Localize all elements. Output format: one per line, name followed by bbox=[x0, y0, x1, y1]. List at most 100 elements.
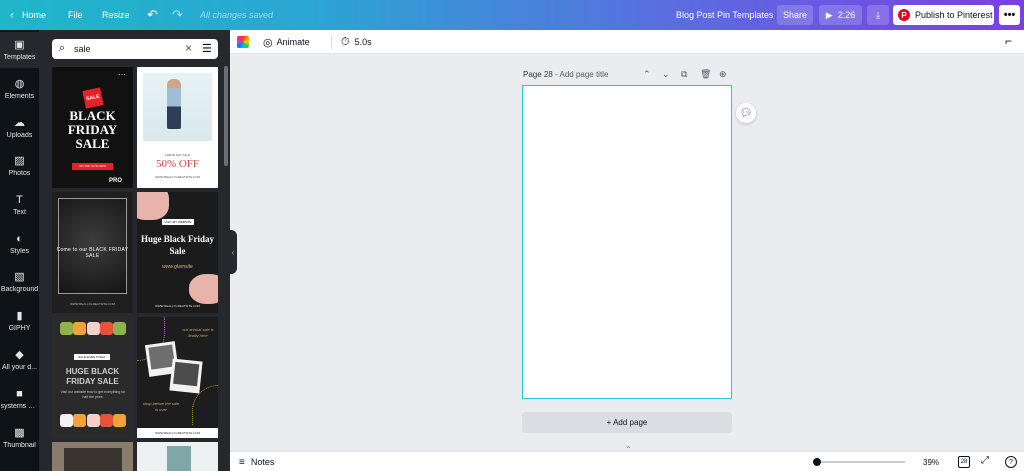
page-number-label: Page 28 bbox=[523, 70, 553, 79]
template-thumb-denim-50-off[interactable]: LABOR DAY SALE 50% OFF WWW.REALLYGREATSI… bbox=[137, 67, 218, 188]
zoom-slider[interactable] bbox=[813, 458, 905, 466]
duplicate-page-icon[interactable]: ⧉ bbox=[681, 69, 687, 80]
help-icon[interactable]: ? bbox=[1005, 456, 1017, 468]
elements-icon: ◍ bbox=[14, 78, 25, 90]
play-duration: 2:26 bbox=[837, 10, 856, 20]
styles-icon: ◐ bbox=[16, 233, 23, 245]
notes-button[interactable]: ≡ Notes bbox=[239, 452, 274, 471]
panel-scrollbar[interactable] bbox=[224, 66, 228, 166]
bottom-bar: ≡ Notes 39% 28 ⤢ ? bbox=[230, 451, 1024, 471]
background-color-swatch[interactable] bbox=[237, 36, 249, 48]
rail-item-label: Templates bbox=[3, 54, 36, 61]
rail-item-styles[interactable]: ◐ Styles bbox=[0, 226, 39, 262]
add-page-after-icon[interactable]: ⊕ bbox=[719, 69, 727, 80]
thumb-subtext: Visit our website now to get everything … bbox=[60, 390, 126, 399]
background-icon: ▧ bbox=[14, 271, 25, 283]
template-thumb-dark-black-friday[interactable]: Come to our BLACK FRIDAY SALE WWW.REALLY… bbox=[52, 192, 133, 313]
sale-badge: SALE bbox=[82, 87, 104, 109]
toolbar-divider bbox=[331, 35, 332, 49]
file-menu[interactable]: File bbox=[68, 0, 83, 30]
template-thumb-black-friday-sale[interactable]: SALE BLACK FRIDAY SALE ON THE SITE NOW P… bbox=[52, 67, 133, 188]
rail-item-label: GIPHY bbox=[8, 325, 31, 332]
timing-button[interactable]: ⏱ 5.0s bbox=[341, 30, 372, 54]
stopwatch-icon: ⏱ bbox=[341, 35, 350, 48]
search-bar: ⌕ × ☰ bbox=[52, 39, 218, 59]
photos-icon: ▨ bbox=[14, 155, 25, 167]
side-rail: ▣ Templates ◍ Elements ☁ Uploads ▨ Photos T Text ◐… bbox=[0, 30, 39, 471]
move-page-up-icon[interactable]: ⌃ bbox=[643, 69, 651, 80]
clear-search-icon[interactable]: × bbox=[185, 41, 192, 55]
rail-item-label: All your d... bbox=[1, 364, 37, 371]
copy-style-icon[interactable]: ⌐ bbox=[1005, 34, 1012, 48]
share-button[interactable]: Share bbox=[777, 5, 813, 25]
rail-item-label: Background bbox=[0, 286, 39, 293]
publish-label: Publish to Pinterest bbox=[915, 10, 993, 20]
rail-item-label: Uploads bbox=[6, 132, 33, 139]
zoom-level[interactable]: 39% bbox=[923, 452, 939, 471]
fullscreen-icon[interactable]: ⤢ bbox=[981, 455, 989, 466]
thumb-headline: 50% OFF bbox=[155, 158, 200, 170]
thumb-small-text: LABOR DAY SALE bbox=[164, 153, 191, 157]
animate-button[interactable]: ◎ Animate bbox=[263, 30, 310, 54]
rail-item-all-your-d[interactable]: ◆ All your d... bbox=[0, 342, 39, 378]
delete-page-icon[interactable]: 🗑︎ bbox=[700, 69, 711, 80]
save-status: All changes saved bbox=[200, 10, 274, 20]
giphy-icon: ▮ bbox=[16, 310, 23, 322]
all-your-designs-icon: ◆ bbox=[15, 349, 24, 361]
template-thumb-partial[interactable] bbox=[52, 442, 133, 471]
top-bar: ‹ Home File Resize ↶ ↷ All changes saved… bbox=[0, 0, 1024, 30]
rail-item-elements[interactable]: ◍ Elements bbox=[0, 71, 39, 107]
rail-item-label: Photos bbox=[8, 170, 31, 177]
redo-icon[interactable]: ↷ bbox=[172, 0, 183, 30]
sticker-row bbox=[60, 414, 126, 428]
templates-icon: ▣ bbox=[14, 39, 25, 51]
uploads-icon: ☁ bbox=[14, 117, 25, 129]
add-comment-icon[interactable]: 💬︎ bbox=[736, 103, 756, 123]
collapse-panel-handle[interactable]: ‹ bbox=[229, 230, 237, 274]
template-thumb-pink-huge-black-friday[interactable]: VISIT MY WEBSITE Huge Black Friday Sale … bbox=[137, 192, 218, 313]
add-page-button[interactable]: + Add page bbox=[522, 412, 732, 433]
page-title[interactable]: Page 28 - Add page title bbox=[523, 70, 608, 79]
animate-icon: ◎ bbox=[263, 36, 273, 49]
rail-item-photos[interactable]: ▨ Photos bbox=[0, 148, 39, 184]
template-thumb-gold-photo-sale[interactable]: our annual sale is finally here shop bef… bbox=[137, 317, 218, 438]
thumb-headline: Come to our BLACK FRIDAY SALE bbox=[56, 247, 129, 259]
rail-item-text[interactable]: T Text bbox=[0, 187, 39, 223]
thumb-headline: HUGE BLACK FRIDAY SALE bbox=[65, 367, 120, 386]
animate-label: Animate bbox=[276, 37, 310, 47]
sticker-row bbox=[60, 322, 126, 336]
zoom-slider-handle[interactable] bbox=[813, 458, 821, 466]
rail-item-templates[interactable]: ▣ Templates bbox=[0, 32, 39, 68]
resize-menu[interactable]: Resize bbox=[102, 0, 130, 30]
search-input[interactable] bbox=[74, 42, 164, 56]
publish-to-pinterest-button[interactable]: P Publish to Pinterest bbox=[893, 5, 994, 25]
undo-icon[interactable]: ↶ bbox=[147, 0, 158, 30]
notes-label: Notes bbox=[250, 457, 275, 467]
more-icon[interactable]: ••• bbox=[999, 5, 1020, 25]
move-page-down-icon[interactable]: ⌄ bbox=[662, 69, 670, 80]
rail-item-uploads[interactable]: ☁ Uploads bbox=[0, 110, 39, 146]
thumb-footer: WWW.REALLYGREATSITE.COM bbox=[137, 428, 218, 438]
editor-toolbar: ◎ Animate ⏱ 5.0s ⌐ bbox=[230, 30, 1024, 54]
rail-item-thumbnail[interactable]: ▩ Thumbnail bbox=[0, 420, 39, 456]
play-icon: ▶ bbox=[825, 9, 833, 20]
download-icon[interactable]: ⤓ bbox=[867, 5, 889, 25]
thumb-more-icon[interactable]: ··· bbox=[118, 70, 126, 79]
filter-icon[interactable]: ☰ bbox=[202, 42, 212, 55]
thumb-text: shop before the sale is over bbox=[142, 401, 180, 412]
rail-item-systems-w[interactable]: ■ systems w... bbox=[0, 381, 39, 417]
rail-item-background[interactable]: ▧ Background bbox=[0, 264, 39, 300]
thumb-footer: WWW.REALLYGREATSITE.COM bbox=[69, 302, 116, 306]
template-thumb-partial[interactable] bbox=[137, 442, 218, 471]
rail-item-label: Elements bbox=[4, 93, 35, 100]
design-page[interactable] bbox=[522, 85, 732, 399]
rail-item-label: systems w... bbox=[0, 403, 39, 410]
thumb-pink-shape bbox=[137, 192, 169, 220]
home-button[interactable]: ‹ Home bbox=[10, 0, 46, 30]
project-title[interactable]: Blog Post Pin Templates bbox=[676, 0, 773, 30]
rail-item-giphy[interactable]: ▮ GIPHY bbox=[0, 303, 39, 339]
present-button[interactable]: ▶ 2:26 bbox=[819, 5, 862, 25]
search-icon: ⌕ bbox=[59, 42, 66, 54]
template-thumb-sticker-huge-black-friday[interactable]: SALE ENDS TODAY HUGE BLACK FRIDAY SALE V… bbox=[52, 317, 133, 438]
page-count-badge[interactable]: 28 bbox=[958, 456, 970, 468]
